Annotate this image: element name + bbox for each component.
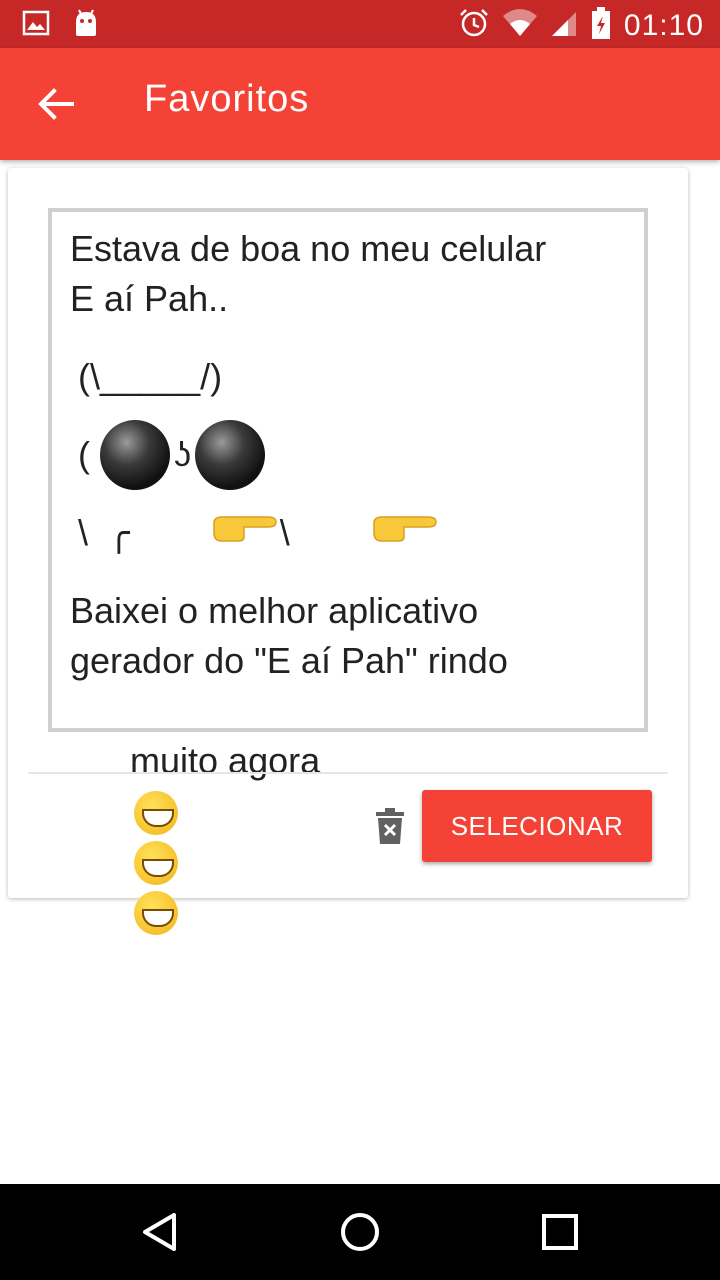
ascii-art-text: \ bbox=[279, 512, 290, 553]
ascii-art-text: (\_____/) bbox=[78, 356, 223, 397]
grinning-face-icon bbox=[134, 841, 179, 886]
nav-recents-button[interactable] bbox=[536, 1208, 584, 1256]
back-button[interactable] bbox=[30, 78, 82, 130]
android-icon bbox=[72, 8, 100, 43]
arrow-back-icon bbox=[38, 88, 74, 120]
status-bar: 01:10 bbox=[0, 0, 720, 48]
nav-back-icon bbox=[143, 1213, 176, 1251]
card-divider bbox=[28, 772, 668, 774]
app-bar: Favoritos bbox=[0, 48, 720, 160]
alarm-icon bbox=[458, 7, 490, 44]
ascii-art-line: (\_____/) bbox=[70, 338, 626, 416]
ascii-art-text: ( bbox=[78, 434, 100, 475]
wifi-icon bbox=[502, 8, 538, 43]
grinning-face-icon bbox=[134, 791, 179, 836]
ascii-art-line: \ ╭ \ bbox=[70, 494, 626, 572]
message-line: Baixei o melhor aplicativo bbox=[70, 590, 479, 631]
message-line-text: muito agora bbox=[130, 740, 321, 781]
delete-button[interactable] bbox=[372, 804, 408, 848]
status-system: 01:10 bbox=[458, 6, 704, 45]
message-line: Estava de boa no meu celular bbox=[70, 228, 547, 269]
nav-recents-icon bbox=[542, 1214, 578, 1250]
status-notifications bbox=[22, 8, 100, 43]
page-title: Favoritos bbox=[144, 78, 310, 120]
battery-icon bbox=[590, 6, 612, 45]
nav-home-icon bbox=[341, 1213, 379, 1251]
select-button[interactable]: SELECIONAR bbox=[422, 790, 652, 862]
image-icon bbox=[22, 10, 50, 41]
grinning-face-icon bbox=[134, 891, 179, 936]
message-line: E aí Pah.. bbox=[70, 278, 229, 319]
message-preview: Estava de boa no meu celular E aí Pah.. … bbox=[48, 208, 648, 936]
status-time: 01:10 bbox=[623, 8, 704, 42]
ascii-art-text: \ ╭ bbox=[78, 512, 130, 553]
delete-forever-icon bbox=[376, 808, 404, 844]
signal-icon bbox=[550, 8, 578, 43]
message-line: gerador do "E aí Pah" rindo bbox=[70, 640, 508, 681]
navigation-bar bbox=[0, 1184, 720, 1280]
favorite-card: Estava de boa no meu celular E aí Pah.. … bbox=[8, 168, 688, 936]
nav-back-button[interactable] bbox=[136, 1208, 184, 1256]
nav-home-button[interactable] bbox=[336, 1208, 384, 1256]
